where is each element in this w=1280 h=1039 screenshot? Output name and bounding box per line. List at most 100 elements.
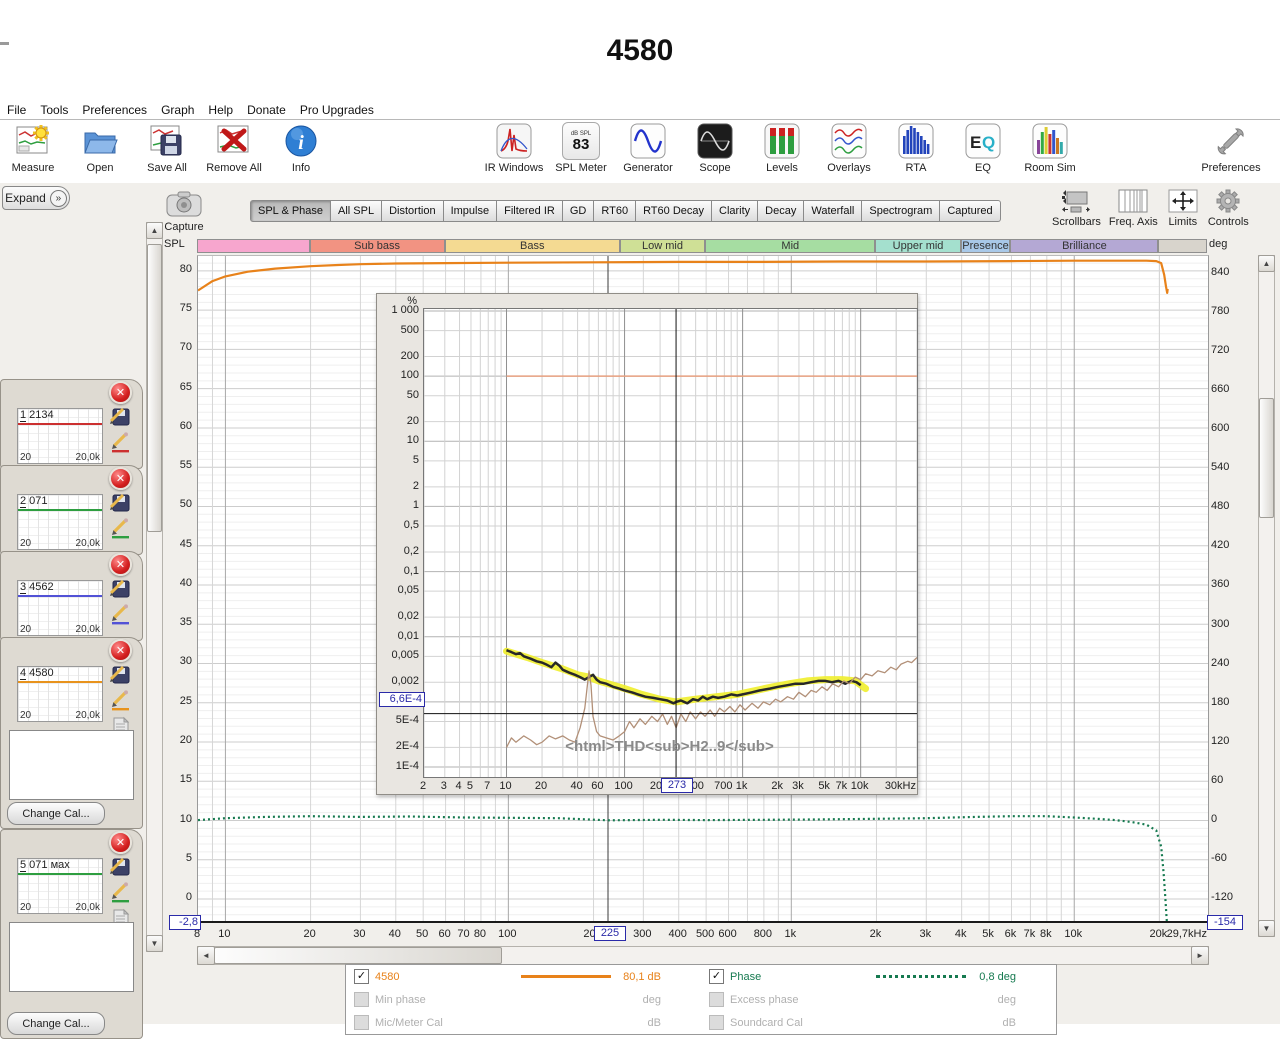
measurement-item-4[interactable]: ✕ 4 4580 20 20,0k Change Cal... [0, 637, 143, 829]
remove-measurement-icon[interactable]: ✕ [109, 639, 132, 662]
scroll-thumb[interactable] [1259, 398, 1274, 518]
remove-measurement-icon[interactable]: ✕ [109, 553, 132, 576]
scroll-up-arrow[interactable]: ▲ [146, 222, 163, 239]
tab-captured[interactable]: Captured [940, 200, 1001, 222]
change-cal-button[interactable]: Change Cal... [7, 802, 105, 825]
toolbar-button-eq[interactable]: E Q EQ [956, 122, 1010, 174]
deg-tick: 420 [1211, 539, 1230, 552]
tab-gd[interactable]: GD [562, 200, 595, 222]
toolbar-button-preferences[interactable]: Preferences [1201, 122, 1261, 174]
legend-row: Min phase deg Excess phase deg [346, 988, 1056, 1011]
capture-button[interactable]: Capture [160, 190, 208, 233]
menu-item-graph[interactable]: Graph [154, 103, 201, 117]
legend-checkbox[interactable]: ✓ [709, 969, 724, 984]
scroll-thumb[interactable] [214, 947, 502, 964]
measurement-thumbnail[interactable]: 1 2134 20 20,0k [17, 408, 103, 464]
tab-filtered-ir[interactable]: Filtered IR [497, 200, 563, 222]
spl-tick: 45 [179, 537, 192, 550]
scroll-thumb[interactable] [147, 244, 162, 532]
toolbar-button-spl-meter[interactable]: dB SPL 83 SPL Meter [554, 122, 608, 174]
measurement-thumbnail[interactable]: 4 4580 20 20,0k [17, 666, 103, 722]
graph-button-freq.-axis[interactable]: Freq. Axis [1109, 188, 1158, 228]
tab-waterfall[interactable]: Waterfall [804, 200, 863, 222]
save-button[interactable] [108, 405, 132, 427]
tab-spl-phase[interactable]: SPL & Phase [250, 200, 332, 222]
scroll-track[interactable] [1258, 255, 1275, 937]
tab-impulse[interactable]: Impulse [443, 200, 498, 222]
tab-rt60-decay[interactable]: RT60 Decay [636, 200, 712, 222]
trace-color-line [18, 873, 102, 875]
legend-checkbox[interactable] [354, 1015, 369, 1030]
menu-item-donate[interactable]: Donate [240, 103, 293, 117]
menu-item-file[interactable]: File [0, 103, 33, 117]
measurement-thumbnail[interactable]: 2 071 20 20,0k [17, 494, 103, 550]
toolbar-button-levels[interactable]: 0 3 6 9 Levels [755, 122, 809, 174]
remove-measurement-icon[interactable]: ✕ [109, 381, 132, 404]
measurement-item-1[interactable]: ✕ 1 2134 20 20,0k [0, 379, 143, 469]
measurement-notes[interactable] [9, 730, 134, 800]
deg-tick: 840 [1211, 266, 1230, 279]
graph-button-limits[interactable]: Limits [1166, 188, 1200, 228]
thd-x-tick: 60 [591, 780, 604, 792]
measurement-thumbnail[interactable]: 3 4562 20 20,0k [17, 580, 103, 636]
toolbar-button-overlays[interactable]: Overlays [822, 122, 876, 174]
deg-tick: 600 [1211, 422, 1230, 435]
tab-spectrogram[interactable]: Spectrogram [862, 200, 941, 222]
toolbar-button-ir-windows[interactable]: IR Windows [485, 122, 543, 174]
legend-checkbox[interactable] [709, 992, 724, 1007]
toolbar-button-save-all[interactable]: Save All [140, 122, 194, 174]
remove-measurement-icon[interactable]: ✕ [109, 467, 132, 490]
toolbar-button-scope[interactable]: Scope [688, 122, 742, 174]
spl-tick: 20 [179, 733, 192, 746]
menu-item-help[interactable]: Help [201, 103, 240, 117]
legend-value: 0,8 deg [979, 970, 1016, 983]
toolbar-button-remove-all[interactable]: Remove All [206, 122, 262, 174]
toolbar-button-label: Remove All [206, 162, 262, 174]
legend-label: Min phase [375, 993, 426, 1006]
pencil-button[interactable] [108, 603, 132, 625]
graph-right-buttons: Scrollbars Freq. Axis Limits Controls [1052, 188, 1249, 228]
save-button[interactable] [108, 663, 132, 685]
scroll-left-arrow[interactable]: ◄ [197, 946, 215, 965]
measurement-item-2[interactable]: ✕ 2 071 20 20,0k [0, 465, 143, 555]
deg-tick: 60 [1211, 773, 1224, 786]
spl-tick: 35 [179, 616, 192, 629]
legend-checkbox[interactable] [709, 1015, 724, 1030]
tab-clarity[interactable]: Clarity [712, 200, 759, 222]
scroll-right-arrow[interactable]: ► [1191, 946, 1209, 965]
measurement-notes[interactable] [9, 922, 134, 992]
legend-value: deg [997, 993, 1016, 1006]
save-button[interactable] [108, 491, 132, 513]
tab-distortion[interactable]: Distortion [382, 200, 444, 222]
tab-all-spl[interactable]: All SPL [331, 200, 383, 222]
tab-rt60[interactable]: RT60 [594, 200, 637, 222]
measurement-item-5[interactable]: ✕ 5 071 мах 20 20,0k Change Cal... [0, 829, 143, 1039]
scroll-down-arrow[interactable]: ▼ [1258, 920, 1275, 937]
graph-button-controls[interactable]: Controls [1208, 188, 1249, 228]
toolbar-button-generator[interactable]: Generator [621, 122, 675, 174]
toolbar-button-measure[interactable]: Measure [6, 122, 60, 174]
save-button[interactable] [108, 855, 132, 877]
thd-overlay-window[interactable]: % <html>THD<sub>H2..9</sub> 6,6E-4 273 1… [376, 293, 918, 795]
menu-item-pro-upgrades[interactable]: Pro Upgrades [293, 103, 381, 117]
legend-checkbox[interactable] [354, 992, 369, 1007]
toolbar-button-open[interactable]: Open [73, 122, 127, 174]
remove-measurement-icon[interactable]: ✕ [109, 831, 132, 854]
graph-button-scrollbars[interactable]: Scrollbars [1052, 188, 1101, 228]
tab-decay[interactable]: Decay [758, 200, 805, 222]
save-button[interactable] [108, 577, 132, 599]
pencil-button[interactable] [108, 431, 132, 453]
pencil-button[interactable] [108, 689, 132, 711]
measurement-thumbnail[interactable]: 5 071 мах 20 20,0k [17, 858, 103, 914]
scroll-down-arrow[interactable]: ▼ [146, 935, 163, 952]
measurement-item-3[interactable]: ✕ 3 4562 20 20,0k [0, 551, 143, 641]
menu-item-preferences[interactable]: Preferences [75, 103, 154, 117]
menu-item-tools[interactable]: Tools [33, 103, 75, 117]
toolbar-button-rta[interactable]: RTA [889, 122, 943, 174]
toolbar-button-room-sim[interactable]: Room Sim [1023, 122, 1077, 174]
legend-checkbox[interactable]: ✓ [354, 969, 369, 984]
toolbar-button-info[interactable]: i Info [274, 122, 328, 174]
pencil-button[interactable] [108, 517, 132, 539]
scroll-up-arrow[interactable]: ▲ [1258, 255, 1275, 272]
pencil-button[interactable] [108, 881, 132, 903]
